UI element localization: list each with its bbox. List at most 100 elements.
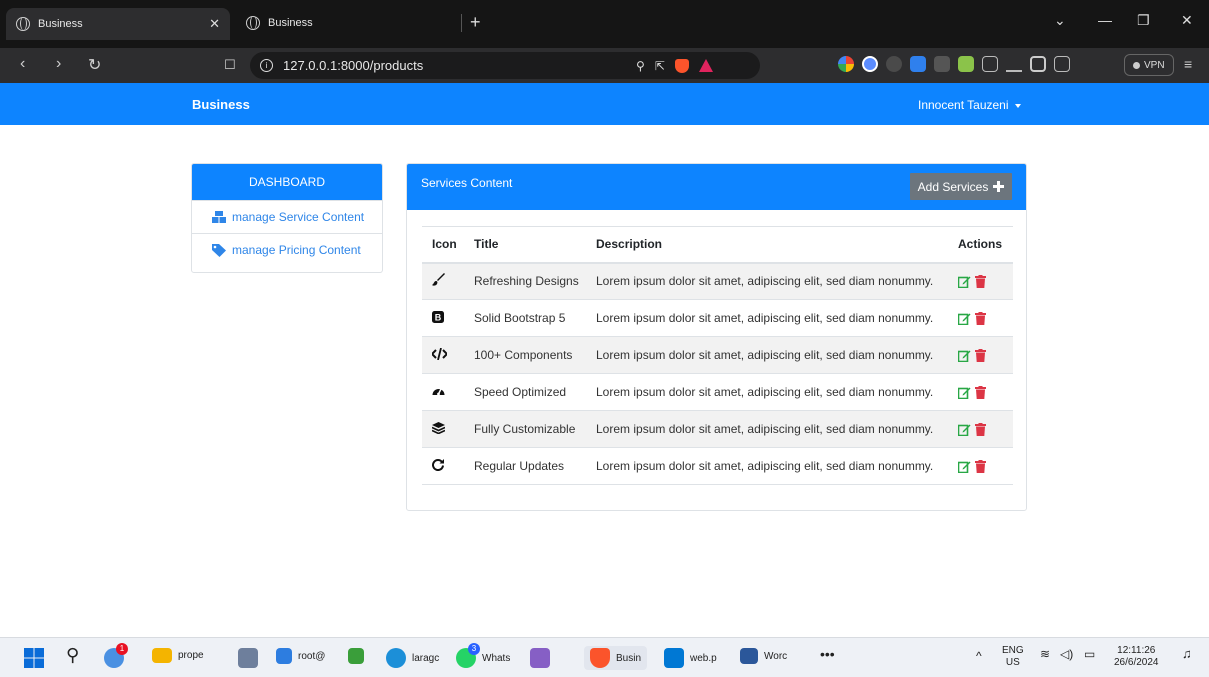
extension-a-icon[interactable] (862, 56, 878, 72)
card-title: Services Content (421, 176, 513, 190)
taskbar-app-tool[interactable] (348, 648, 364, 664)
taskbar-app-whatsapp[interactable]: 3 Whats (456, 643, 511, 668)
downloads-icon[interactable] (1006, 56, 1022, 72)
tray-chevron-up-icon[interactable]: ^ (976, 650, 982, 662)
reload-button[interactable]: ↻ (88, 55, 101, 75)
taskbar-app-label: Whats (482, 652, 511, 664)
edit-icon[interactable] (958, 312, 971, 325)
extension-download-icon[interactable] (958, 56, 974, 72)
folder-icon (152, 648, 172, 663)
site-info-icon[interactable]: i (260, 59, 273, 72)
trash-icon[interactable] (975, 459, 986, 473)
tool-icon (348, 648, 364, 664)
taskbar-app-brave[interactable]: Busin (584, 646, 648, 670)
globe-icon (16, 17, 30, 31)
browser-tab-inactive[interactable]: Business (236, 8, 460, 38)
extensions-puzzle-icon[interactable] (982, 56, 998, 72)
minimize-button[interactable]: — (1098, 12, 1112, 28)
taskbar-app-label: Busin (616, 652, 642, 664)
taskbar-app-explorer[interactable]: prope (152, 648, 204, 663)
restore-button[interactable]: ❐ (1137, 12, 1150, 29)
back-button[interactable]: ‹ (20, 55, 25, 73)
tab-title: Business (268, 17, 313, 29)
language-indicator[interactable]: ENG US (1002, 645, 1024, 669)
extension-c-icon[interactable] (886, 56, 902, 72)
bookmark-icon[interactable]: ☐ (224, 57, 236, 73)
taskbar-app-snipping[interactable] (238, 648, 258, 668)
brave-rewards-icon[interactable] (698, 59, 713, 72)
wallet-icon[interactable] (1054, 56, 1070, 72)
volume-icon[interactable]: ◁) (1060, 648, 1073, 660)
whatsapp-badge: 3 (468, 643, 480, 655)
taskbar-app-visual-studio[interactable] (530, 648, 550, 668)
notifications-bell-icon[interactable]: ♫ (1182, 647, 1192, 660)
row-description: Lorem ipsum dolor sit amet, adipiscing e… (588, 373, 950, 411)
tag-icon (212, 243, 226, 257)
zoom-icon[interactable]: ⚲ (636, 59, 645, 73)
vpn-button[interactable]: VPN (1124, 54, 1174, 76)
battery-icon[interactable]: ▭ (1084, 648, 1095, 660)
edit-icon[interactable] (958, 423, 971, 436)
browser-tab-bar: Business ✕ Business + ⌄ — ❐ ✕ (0, 0, 1209, 48)
close-window-button[interactable]: ✕ (1181, 12, 1193, 29)
weather-app[interactable]: 1 (104, 643, 128, 668)
tab-list-chevron-icon[interactable]: ⌄ (1054, 12, 1066, 29)
trash-icon[interactable] (975, 385, 986, 399)
row-title: Speed Optimized (466, 373, 588, 411)
edit-icon[interactable] (958, 386, 971, 399)
edit-icon[interactable] (958, 275, 971, 288)
windows-start-button[interactable] (24, 648, 44, 668)
wifi-icon[interactable]: ≋ (1040, 648, 1050, 660)
trash-icon[interactable] (975, 311, 986, 325)
row-description: Lorem ipsum dolor sit amet, adipiscing e… (588, 410, 950, 448)
extension-f-icon[interactable] (910, 56, 926, 72)
address-bar[interactable]: i 127.0.0.1:8000/products ⚲ ⇱ (250, 52, 760, 79)
edit-icon[interactable] (958, 349, 971, 362)
vpn-label: VPN (1144, 59, 1165, 71)
sidebar-item-pricing-content[interactable]: manage Pricing Content (192, 233, 382, 266)
new-tab-button[interactable]: + (470, 12, 481, 33)
taskbar-app-laragon[interactable]: laragc (386, 648, 439, 668)
clock[interactable]: 12:11:26 26/6/2024 (1114, 645, 1159, 669)
share-icon[interactable]: ⇱ (655, 59, 665, 73)
vscode-icon (664, 648, 684, 668)
plus-icon (993, 181, 1005, 192)
brave-shield-icon[interactable] (674, 58, 689, 73)
row-description: Lorem ipsum dolor sit amet, adipiscing e… (588, 262, 950, 300)
taskbar-app-word[interactable]: Worc (740, 648, 787, 664)
brand-link[interactable]: Business (192, 97, 250, 112)
svg-text:B: B (435, 312, 442, 322)
forward-button[interactable]: › (56, 55, 61, 73)
sidebar-item-service-content[interactable]: manage Service Content (192, 200, 382, 233)
url-text: 127.0.0.1:8000/products (283, 58, 424, 73)
extension-braces-icon[interactable] (934, 56, 950, 72)
language-label: ENG (1002, 645, 1024, 656)
browser-tab-active[interactable]: Business ✕ (6, 8, 230, 40)
edit-icon[interactable] (958, 460, 971, 473)
refresh-icon (432, 458, 444, 471)
row-description: Lorem ipsum dolor sit amet, adipiscing e… (588, 447, 950, 485)
close-tab-icon[interactable]: ✕ (209, 16, 220, 32)
tab-separator (461, 14, 462, 32)
trash-icon[interactable] (975, 422, 986, 436)
taskbar-app-terminal[interactable]: root@ (276, 648, 325, 664)
add-services-button[interactable]: Add Services (910, 173, 1012, 200)
trash-icon[interactable] (975, 348, 986, 362)
taskbar: ⚲ 1 prope root@ laragc 3 Whats Busin web.… (0, 637, 1209, 677)
taskbar-app-label: laragc (412, 652, 440, 664)
sidebar: DASHBOARD manage Service Content manage … (191, 163, 383, 273)
menu-icon[interactable]: ≡ (1184, 56, 1192, 72)
more-apps-icon[interactable]: ••• (820, 646, 835, 662)
table-row: 100+ Components Lorem ipsum dolor sit am… (422, 336, 1013, 374)
extension-color-icon[interactable] (838, 56, 854, 72)
search-icon[interactable]: ⚲ (66, 645, 79, 666)
sidebar-title[interactable]: DASHBOARD (192, 164, 382, 200)
trash-icon[interactable] (975, 274, 986, 288)
taskbar-app-vscode[interactable]: web.p (664, 648, 717, 668)
user-dropdown[interactable]: Innocent Tauzeni (918, 98, 1021, 112)
sidebar-toggle-icon[interactable] (1030, 56, 1046, 72)
clock-time: 12:11:26 (1117, 645, 1156, 656)
sidebar-item-label: manage Service Content (232, 210, 365, 224)
brave-icon (590, 648, 610, 668)
laragon-icon (386, 648, 406, 668)
